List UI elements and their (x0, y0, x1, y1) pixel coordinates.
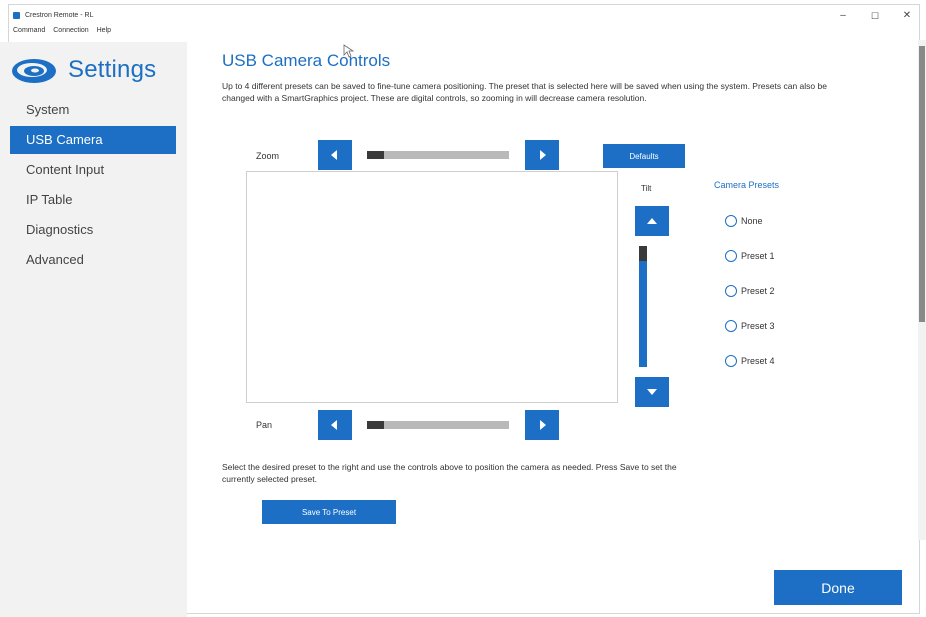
radio-button[interactable] (725, 285, 737, 297)
camera-presets-title: Camera Presets (714, 180, 780, 190)
page-title: USB Camera Controls (222, 51, 391, 70)
app-icon (13, 12, 20, 19)
preset-3-label: Preset 3 (741, 321, 775, 331)
pan-left-button[interactable] (318, 410, 352, 440)
sidebar-item-advanced[interactable]: Advanced (10, 246, 176, 274)
minimize-button[interactable]: – (835, 11, 851, 21)
tilt-slider[interactable] (639, 246, 647, 367)
crestron-logo-icon (12, 59, 56, 83)
zoom-slider[interactable] (367, 151, 509, 159)
menu-command[interactable]: Command (13, 27, 45, 34)
radio-button[interactable] (725, 320, 737, 332)
preset-1-label: Preset 1 (741, 251, 775, 261)
sidebar-item-ip-table[interactable]: IP Table (10, 186, 176, 214)
arrow-right-icon (540, 150, 546, 160)
arrow-left-icon (331, 420, 337, 430)
maximize-button[interactable]: ☐ (867, 11, 883, 21)
pan-label: Pan (256, 420, 273, 430)
arrow-right-icon (540, 420, 546, 430)
sidebar-item-system[interactable]: System (10, 96, 176, 124)
preset-4-label: Preset 4 (741, 356, 775, 366)
save-to-preset-button[interactable]: Save To Preset (262, 500, 396, 524)
menu-help[interactable]: Help (97, 27, 111, 34)
window-title: Crestron Remote - RL (25, 12, 94, 19)
preset-2-radio[interactable]: Preset 2 (725, 283, 775, 299)
preset-2-label: Preset 2 (741, 286, 775, 296)
defaults-button[interactable]: Defaults (603, 144, 685, 168)
zoom-slider-fill (367, 151, 385, 159)
zoom-label: Zoom (256, 151, 280, 161)
zoom-in-button[interactable] (525, 140, 559, 170)
title-bar: Crestron Remote - RL – ☐ ✕ (9, 5, 919, 25)
preset-none-label: None (741, 216, 763, 226)
arrow-up-icon (647, 218, 657, 224)
vertical-scrollbar[interactable] (918, 40, 926, 540)
radio-button[interactable] (725, 355, 737, 367)
preset-3-radio[interactable]: Preset 3 (725, 318, 775, 334)
close-button[interactable]: ✕ (899, 11, 915, 21)
arrow-down-icon (647, 389, 657, 395)
zoom-out-button[interactable] (318, 140, 352, 170)
done-button[interactable]: Done (774, 570, 902, 605)
instructions-text: Select the desired preset to the right a… (222, 462, 677, 484)
tilt-slider-fill (639, 246, 647, 261)
sidebar-item-usb-camera[interactable]: USB Camera (10, 126, 176, 154)
radio-button[interactable] (725, 250, 737, 262)
menu-bar: Command Connection Help (9, 27, 919, 39)
sidebar: Settings System USB Camera Content Input… (0, 42, 187, 617)
tilt-label: Tilt (641, 184, 652, 193)
preset-1-radio[interactable]: Preset 1 (725, 248, 775, 264)
camera-preview (246, 171, 618, 403)
scrollbar-thumb[interactable] (919, 46, 925, 322)
tilt-up-button[interactable] (635, 206, 669, 236)
pan-slider[interactable] (367, 421, 509, 429)
sidebar-item-diagnostics[interactable]: Diagnostics (10, 216, 176, 244)
tilt-down-button[interactable] (635, 377, 669, 407)
radio-button[interactable] (725, 215, 737, 227)
preset-none-radio[interactable]: None (725, 213, 763, 229)
pan-right-button[interactable] (525, 410, 559, 440)
sidebar-item-content-input[interactable]: Content Input (10, 156, 176, 184)
menu-connection[interactable]: Connection (53, 27, 88, 34)
preset-4-radio[interactable]: Preset 4 (725, 353, 775, 369)
arrow-left-icon (331, 150, 337, 160)
pan-slider-fill (367, 421, 385, 429)
page-description: Up to 4 different presets can be saved t… (222, 81, 827, 103)
sidebar-title: Settings (68, 56, 157, 83)
